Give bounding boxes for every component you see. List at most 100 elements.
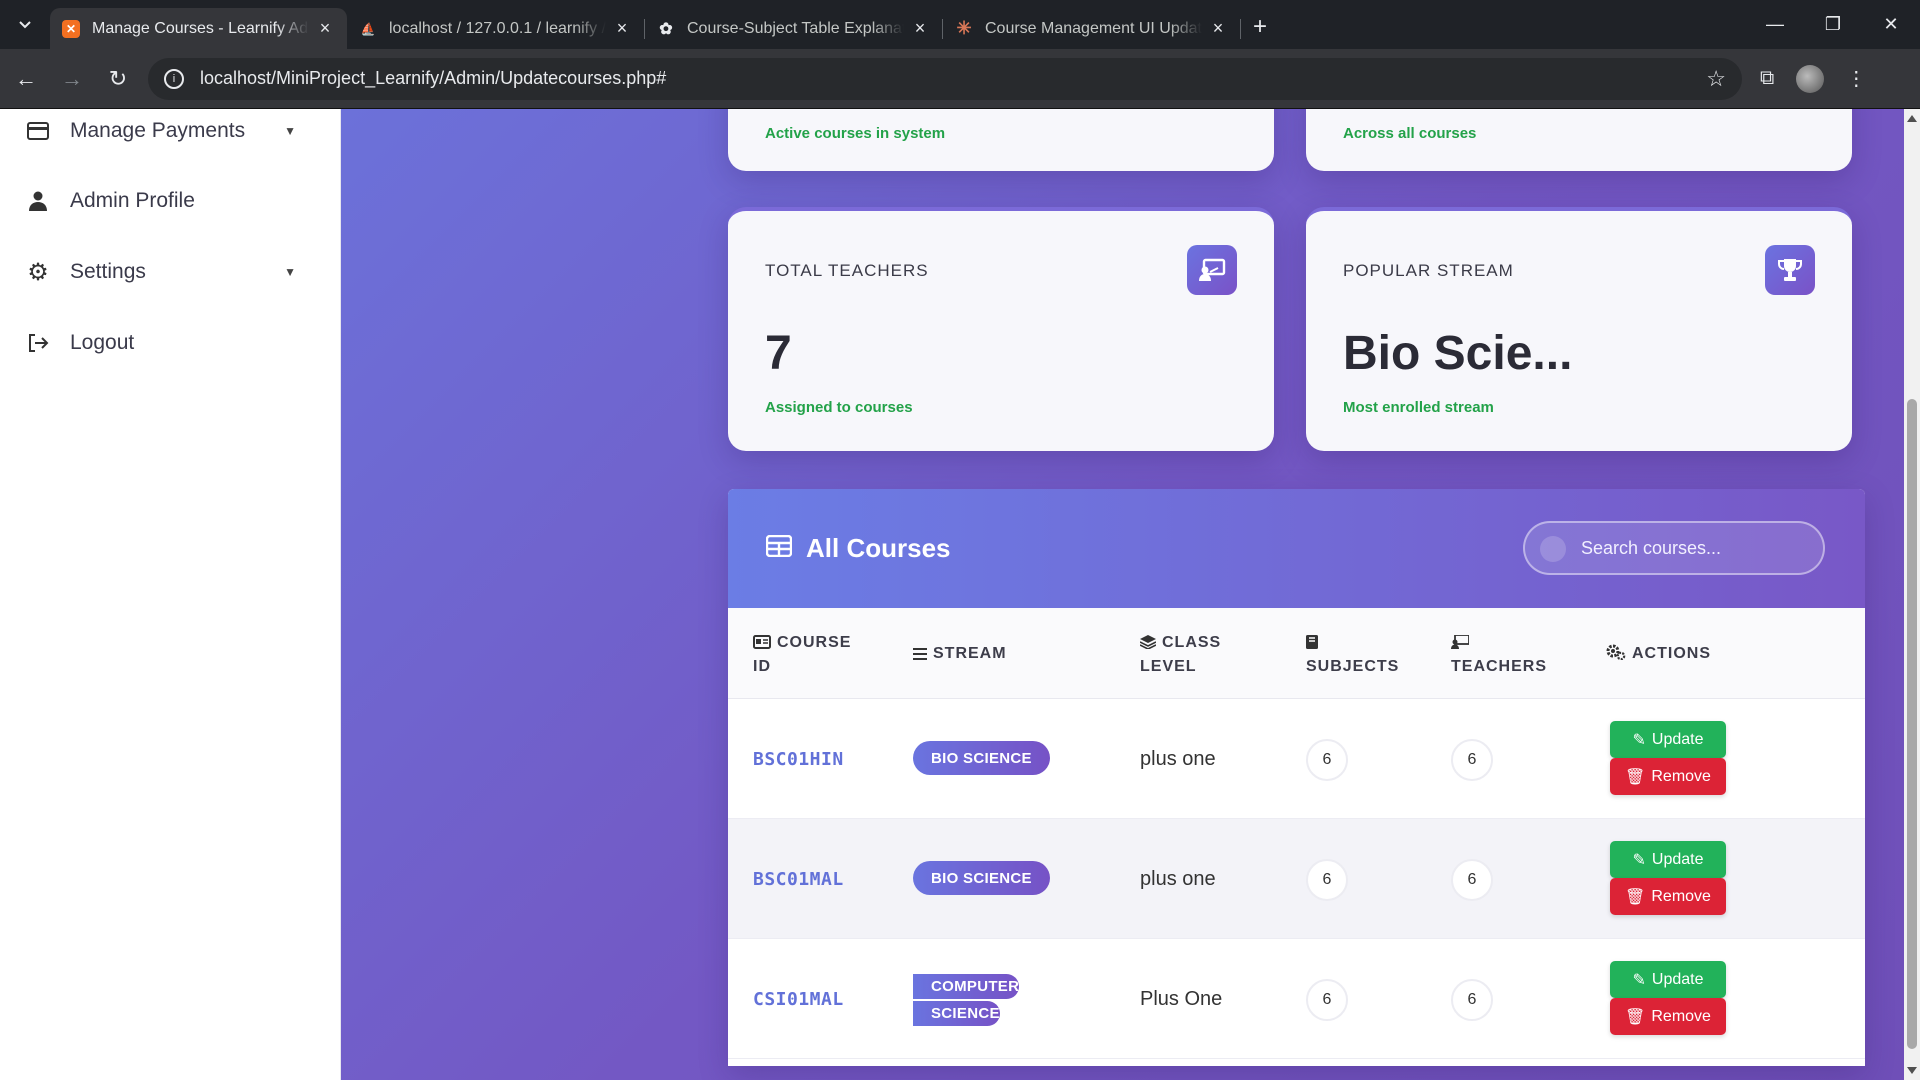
sidebar-item-label: Logout bbox=[70, 331, 135, 354]
tab-title: Course Management UI Update bbox=[985, 19, 1202, 37]
update-button[interactable]: ✎ Update bbox=[1610, 841, 1726, 878]
restore-icon[interactable]: ❐ bbox=[1804, 0, 1862, 49]
table-row: BSC01HIN BIO SCIENCE plus one 6 6 ✎ Updat… bbox=[728, 699, 1865, 819]
close-window-icon[interactable]: ✕ bbox=[1862, 0, 1920, 49]
sidebar-item-label: Admin Profile bbox=[70, 189, 195, 212]
xampp-icon: ✕ bbox=[62, 19, 80, 38]
scrollbar-thumb[interactable] bbox=[1907, 399, 1917, 1049]
page-scrollbar[interactable] bbox=[1904, 109, 1920, 1080]
edit-icon: ✎ bbox=[1632, 971, 1646, 989]
column-header-teachers[interactable]: TEACHERS bbox=[1451, 632, 1547, 678]
sidebar-item-label: Settings bbox=[70, 260, 146, 283]
teachers-count: 6 bbox=[1451, 739, 1493, 781]
chalkboard-teacher-icon bbox=[1187, 245, 1237, 295]
sidebar-item-logout[interactable]: Logout bbox=[26, 323, 296, 363]
scroll-down-arrow-icon[interactable] bbox=[1907, 1067, 1917, 1074]
user-icon bbox=[26, 189, 50, 213]
stat-card-total-teachers: TOTAL TEACHERS 7 Assigned to courses bbox=[728, 207, 1274, 451]
section-title: All Courses bbox=[806, 533, 951, 563]
window-controls: — ❐ ✕ bbox=[1746, 0, 1920, 49]
book-icon bbox=[1306, 634, 1318, 656]
browser-toolbar: ← → ↻ i localhost/MiniProject_Learnify/A… bbox=[0, 49, 1920, 109]
sidebar-item-manage-payments[interactable]: Manage Payments ▼ bbox=[26, 111, 296, 151]
subjects-count: 6 bbox=[1306, 979, 1348, 1021]
browser-tab-1[interactable]: ✕ Manage Courses - Learnify Admin × bbox=[50, 8, 347, 49]
phpmyadmin-icon: ⛵ bbox=[360, 21, 376, 36]
reload-icon[interactable]: ↻ bbox=[98, 59, 138, 99]
class-level: plus one bbox=[1140, 748, 1216, 770]
chalkboard-teacher-icon bbox=[1451, 634, 1470, 656]
chatgpt-icon: ✿ bbox=[659, 20, 673, 38]
tab-title: Manage Courses - Learnify Admin bbox=[92, 19, 309, 37]
remove-button[interactable]: 🗑 Remove bbox=[1610, 878, 1726, 915]
column-header-class-level[interactable]: CLASS LEVEL bbox=[1139, 632, 1221, 678]
site-info-icon[interactable]: i bbox=[164, 68, 184, 89]
tab-search-button[interactable] bbox=[8, 8, 42, 42]
browser-tab-3[interactable]: ✿ Course-Subject Table Explanation × bbox=[645, 8, 942, 49]
course-id: BSC01HIN bbox=[753, 749, 844, 770]
close-tab-icon[interactable]: × bbox=[612, 18, 632, 39]
list-icon bbox=[913, 645, 927, 667]
logout-icon bbox=[26, 331, 50, 355]
url-text[interactable]: localhost/MiniProject_Learnify/Admin/Upd… bbox=[200, 68, 1706, 89]
bookmark-star-icon[interactable]: ☆ bbox=[1706, 66, 1726, 92]
class-level: plus one bbox=[1140, 868, 1216, 890]
stream-badge: COMPUTER SCIENCE bbox=[913, 973, 1023, 1027]
tab-title: Course-Subject Table Explanation bbox=[687, 19, 904, 37]
stat-label: TOTAL TEACHERS bbox=[765, 261, 929, 280]
table-header: COURSE ID STREAM CLASS LEVEL SUBJECTS TEAC… bbox=[728, 608, 1865, 699]
new-tab-button[interactable]: + bbox=[1253, 13, 1267, 41]
extensions-puzzle-icon[interactable]: ⧉ bbox=[1760, 67, 1774, 90]
column-header-stream[interactable]: STREAM bbox=[913, 643, 1007, 667]
edit-icon: ✎ bbox=[1632, 731, 1646, 749]
stat-caption: Most enrolled stream bbox=[1343, 399, 1494, 416]
all-courses-panel: All Courses COURSEID STREAM CLASSLEVEL S… bbox=[728, 489, 1865, 1066]
credit-card-icon bbox=[26, 119, 50, 143]
back-arrow-icon[interactable]: ← bbox=[6, 59, 46, 99]
tab-title: localhost / 127.0.0.1 / learnify / ... bbox=[389, 19, 606, 37]
all-courses-title: All Courses bbox=[765, 533, 951, 564]
stream-badge: BIO SCIENCE bbox=[913, 861, 1050, 895]
stat-card-popular-stream: POPULAR STREAM Bio Scie... Most enrolled… bbox=[1306, 207, 1852, 451]
all-courses-header: All Courses bbox=[728, 489, 1865, 608]
subjects-count: 6 bbox=[1306, 859, 1348, 901]
trash-icon: 🗑 bbox=[1625, 1008, 1646, 1026]
search-courses-input[interactable] bbox=[1523, 521, 1825, 575]
remove-button[interactable]: 🗑 Remove bbox=[1610, 758, 1726, 795]
browser-menu-icon[interactable]: ⋮ bbox=[1846, 66, 1866, 91]
update-button[interactable]: ✎ Update bbox=[1610, 721, 1726, 758]
browser-tab-4[interactable]: ✳ Course Management UI Update × bbox=[943, 8, 1240, 49]
address-bar[interactable]: i localhost/MiniProject_Learnify/Admin/U… bbox=[148, 57, 1742, 100]
tab-separator bbox=[1240, 18, 1241, 39]
column-header-actions[interactable]: ACTIONS bbox=[1606, 643, 1711, 667]
stat-value: Bio Scie... bbox=[1343, 327, 1573, 380]
table-row: CSI01MAL COMPUTER SCIENCE Plus One 6 6 ✎ U… bbox=[728, 939, 1865, 1059]
class-level: Plus One bbox=[1140, 988, 1223, 1010]
sidebar-item-settings[interactable]: ⚙ Settings ▼ bbox=[26, 252, 296, 292]
column-header-course-id[interactable]: COURSE ID bbox=[753, 632, 851, 678]
sidebar: Manage Payments ▼ Admin Profile ⚙ Settin… bbox=[0, 109, 341, 1080]
browser-tab-2[interactable]: ⛵ localhost / 127.0.0.1 / learnify / ...… bbox=[347, 8, 644, 49]
trash-icon: 🗑 bbox=[1625, 888, 1646, 906]
trash-icon: 🗑 bbox=[1625, 768, 1646, 786]
profile-avatar[interactable] bbox=[1796, 64, 1825, 93]
stat-card-active-courses: Active courses in system bbox=[728, 109, 1274, 171]
browser-tab-bar: ✕ Manage Courses - Learnify Admin × ⛵ lo… bbox=[0, 0, 1920, 49]
page-viewport: Manage Payments ▼ Admin Profile ⚙ Settin… bbox=[0, 109, 1920, 1080]
claude-icon: ✳ bbox=[956, 18, 972, 38]
update-button[interactable]: ✎ Update bbox=[1610, 961, 1726, 998]
sidebar-item-admin-profile[interactable]: Admin Profile bbox=[26, 181, 296, 221]
close-tab-icon[interactable]: × bbox=[910, 18, 930, 39]
close-tab-icon[interactable]: × bbox=[1208, 18, 1228, 39]
trophy-icon bbox=[1765, 245, 1815, 295]
table-icon bbox=[765, 533, 793, 564]
stat-value: 7 bbox=[765, 327, 792, 380]
course-id: CSI01MAL bbox=[753, 989, 844, 1010]
close-tab-icon[interactable]: × bbox=[315, 18, 335, 39]
column-header-subjects[interactable]: SUBJECTS bbox=[1306, 632, 1399, 678]
remove-button[interactable]: 🗑 Remove bbox=[1610, 998, 1726, 1035]
forward-arrow-icon[interactable]: → bbox=[52, 59, 92, 99]
scroll-up-arrow-icon[interactable] bbox=[1907, 115, 1917, 122]
minimize-icon[interactable]: — bbox=[1746, 0, 1804, 49]
caret-down-icon: ▼ bbox=[284, 265, 296, 279]
